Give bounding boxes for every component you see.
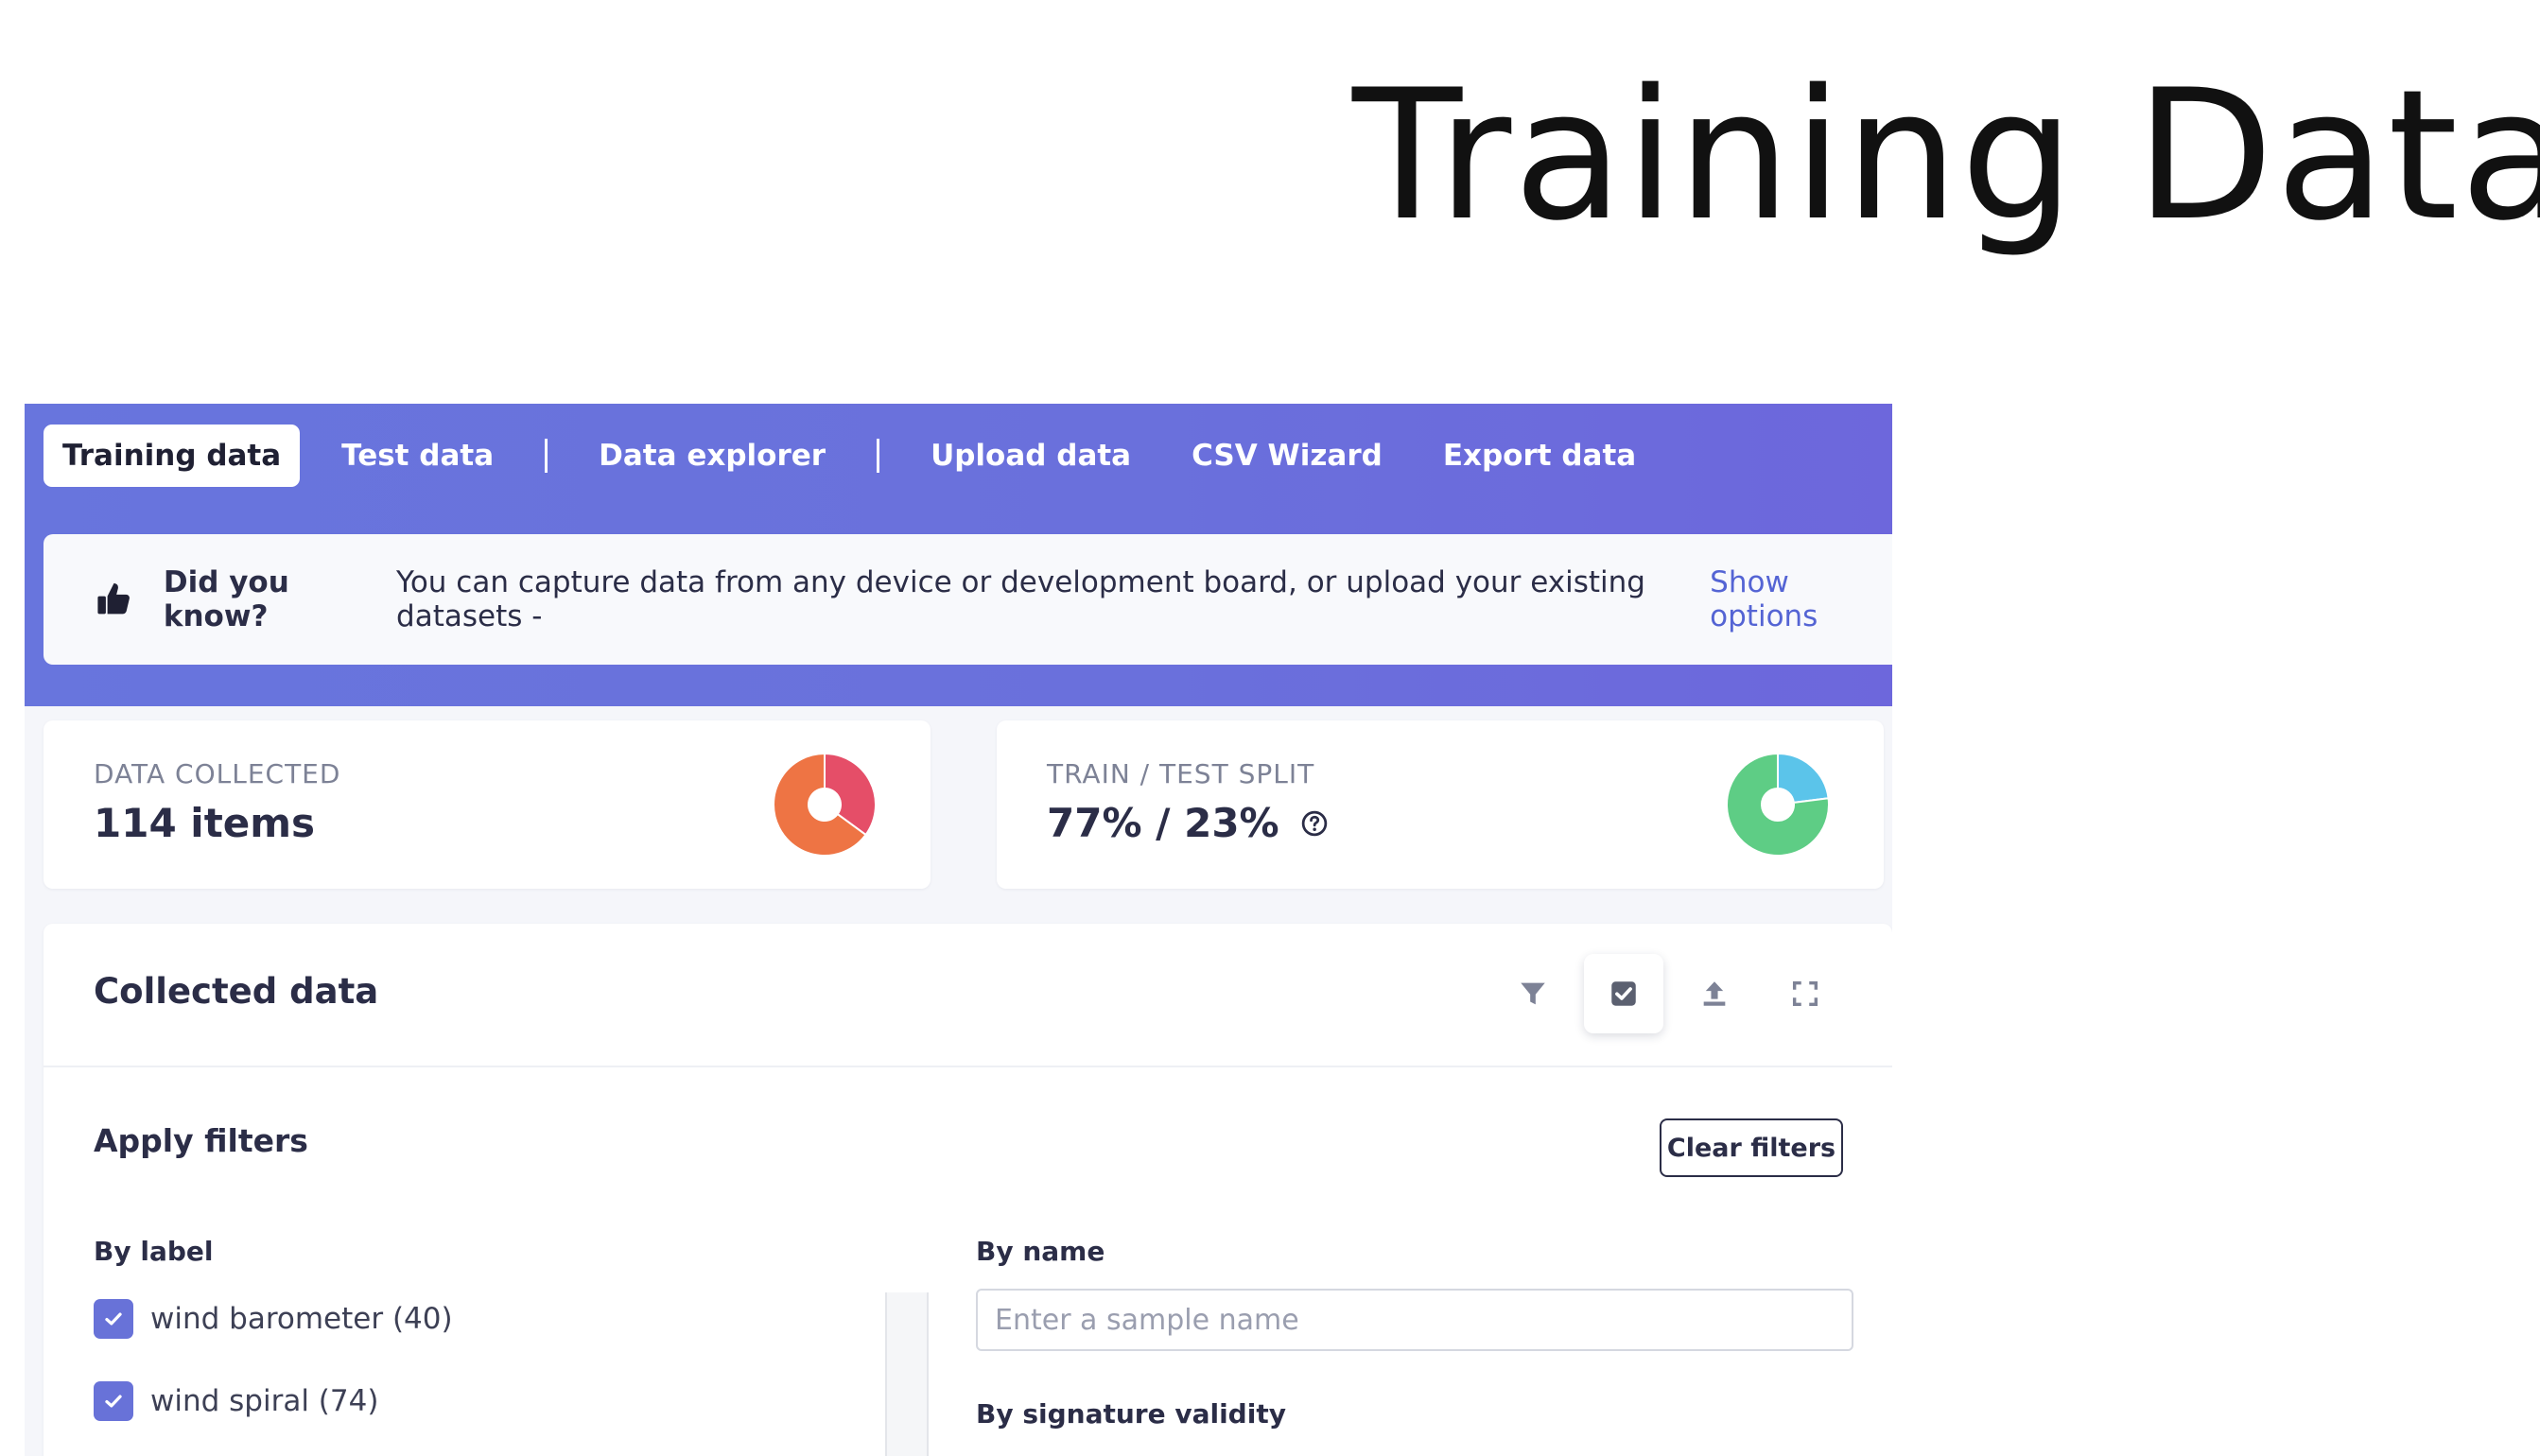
tab-upload-data[interactable]: Upload data — [900, 425, 1161, 487]
by-signature-validity-heading: By signature validity — [976, 1398, 1286, 1430]
question-circle-icon[interactable] — [1300, 809, 1329, 838]
show-options-link[interactable]: Show options — [1710, 565, 1892, 633]
label-filter-text: wind barometer (40) — [150, 1302, 453, 1336]
train-test-split-pie-chart — [1726, 753, 1830, 857]
label-list-scrollbar[interactable] — [885, 1292, 929, 1456]
tip-text: You can capture data from any device or … — [396, 565, 1645, 633]
by-label-heading: By label — [94, 1236, 214, 1267]
slide-title: Training Data — [1352, 51, 2540, 260]
thumbs-up-icon — [97, 582, 130, 615]
tab-data-explorer[interactable]: Data explorer — [568, 425, 856, 487]
data-collected-card: DATA COLLECTED 114 items — [43, 720, 931, 889]
tab-bar: Training data Test data Data explorer Up… — [43, 425, 1666, 487]
expand-button[interactable] — [1766, 954, 1845, 1033]
clear-filters-button[interactable]: Clear filters — [1660, 1118, 1843, 1177]
upload-button[interactable] — [1675, 954, 1754, 1033]
panel-divider — [43, 1066, 1892, 1067]
checkbox-icon — [1611, 981, 1636, 1006]
filter-icon — [1521, 982, 1545, 1005]
upload-icon — [1703, 981, 1726, 1006]
filter-button[interactable] — [1493, 954, 1573, 1033]
data-collected-pie-chart — [773, 753, 877, 857]
checkbox-checked[interactable] — [94, 1299, 133, 1339]
tab-training-data[interactable]: Training data — [43, 425, 301, 487]
sample-name-input[interactable] — [976, 1289, 1853, 1351]
tab-separator — [545, 439, 548, 473]
tip-heading: Did you know? — [163, 565, 289, 633]
tab-export-data[interactable]: Export data — [1413, 425, 1666, 487]
collected-data-toolbar — [1482, 954, 1845, 1033]
app-screenshot: Training data Test data Data explorer Up… — [25, 404, 1892, 1456]
by-name-heading: By name — [976, 1236, 1105, 1267]
check-icon — [105, 1395, 122, 1408]
expand-icon — [1792, 980, 1818, 1007]
label-filter-text: wind spiral (74) — [150, 1384, 379, 1418]
train-test-split-label: TRAIN / TEST SPLIT — [1047, 758, 1315, 789]
train-test-split-percent: 77% / 23% — [1047, 800, 1279, 846]
data-collected-label: DATA COLLECTED — [94, 758, 341, 789]
collected-data-title: Collected data — [94, 971, 379, 1012]
tab-separator — [877, 439, 880, 473]
did-you-know-banner: Did you know? You can capture data from … — [43, 534, 1892, 665]
apply-filters-title: Apply filters — [94, 1122, 308, 1159]
data-collected-value: 114 items — [94, 800, 315, 846]
tab-csv-wizard[interactable]: CSV Wizard — [1161, 425, 1413, 487]
label-filter-wind-spiral[interactable]: wind spiral (74) — [94, 1381, 378, 1421]
tab-test-data[interactable]: Test data — [311, 425, 524, 487]
checkbox-checked[interactable] — [94, 1381, 133, 1421]
select-button[interactable] — [1584, 954, 1663, 1033]
data-collected-count: 114 items — [94, 800, 316, 846]
pie-slice-0 — [1777, 753, 1830, 804]
label-filter-wind-barometer[interactable]: wind barometer (40) — [94, 1299, 453, 1339]
collected-data-panel: Collected data Apply filters Clear filte… — [43, 924, 1892, 1456]
train-test-split-value: 77% / 23% — [1047, 800, 1329, 846]
check-icon — [105, 1312, 122, 1326]
train-test-split-card: TRAIN / TEST SPLIT 77% / 23% — [997, 720, 1884, 889]
header-banner: Training data Test data Data explorer Up… — [25, 404, 1892, 706]
